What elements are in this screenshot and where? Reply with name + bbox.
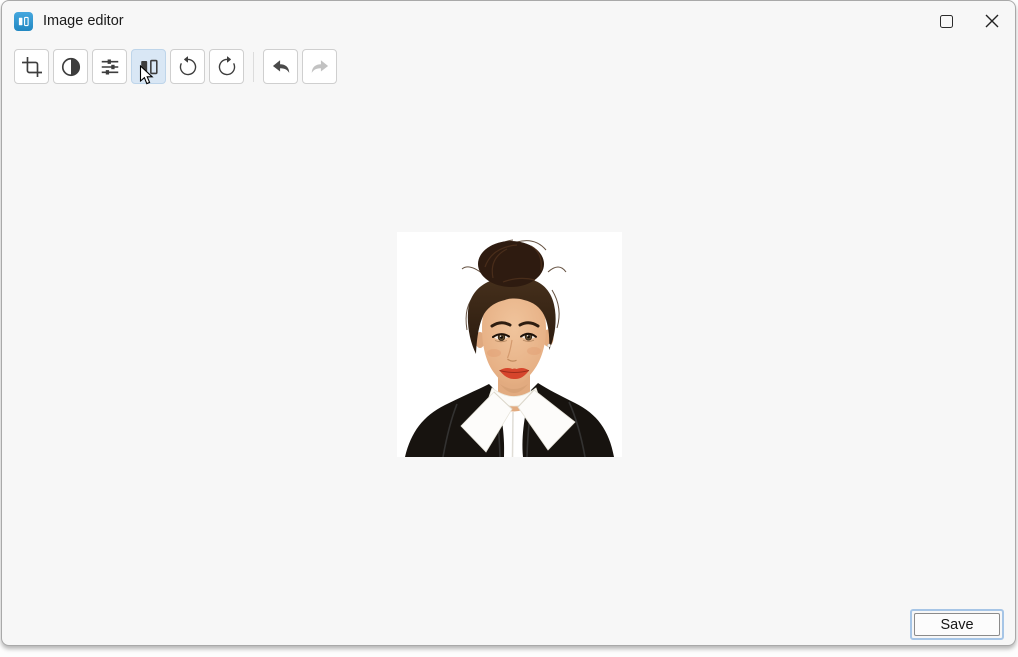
crop-icon [21, 56, 43, 78]
maximize-button[interactable] [923, 1, 969, 41]
sliders-icon [99, 56, 121, 78]
rotate-cw-icon [216, 56, 238, 78]
close-icon [985, 14, 999, 28]
contrast-icon [60, 56, 82, 78]
rotate-ccw-icon [177, 56, 199, 78]
adjustments-button[interactable] [92, 49, 127, 84]
edited-image [397, 232, 622, 457]
toolbar [14, 49, 341, 84]
close-button[interactable] [969, 1, 1015, 41]
contrast-button[interactable] [53, 49, 88, 84]
undo-icon [270, 56, 292, 78]
redo-button [302, 49, 337, 84]
save-button-focus-ring: Save [910, 609, 1004, 640]
flip-icon [138, 56, 160, 78]
flip-button[interactable] [131, 49, 166, 84]
image-editor-window: Image editor [1, 0, 1016, 646]
window-title: Image editor [43, 13, 124, 29]
crop-button[interactable] [14, 49, 49, 84]
portrait-photo [397, 232, 622, 457]
save-button[interactable]: Save [914, 613, 1000, 636]
rotate-cw-button[interactable] [209, 49, 244, 84]
redo-icon [309, 56, 331, 78]
titlebar: Image editor [2, 1, 1015, 41]
toolbar-separator [253, 52, 254, 82]
app-icon [14, 12, 33, 31]
undo-button[interactable] [263, 49, 298, 84]
flip-image-app-icon [17, 15, 30, 28]
rotate-ccw-button[interactable] [170, 49, 205, 84]
maximize-icon [940, 15, 953, 28]
